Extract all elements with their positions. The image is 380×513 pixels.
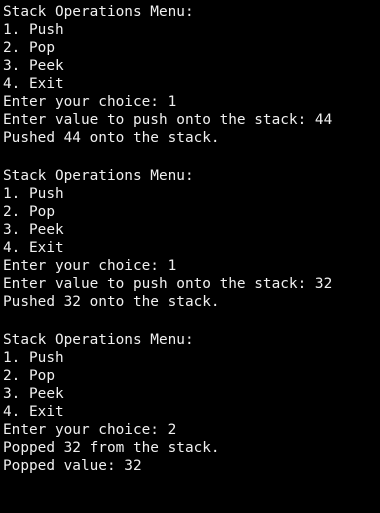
- menu-option-exit: 4. Exit: [3, 404, 64, 420]
- choice-prompt: Enter your choice: 2: [3, 422, 177, 438]
- menu-option-push: 1. Push: [3, 186, 64, 202]
- output-line: Pushed 32 onto the stack.: [3, 294, 220, 310]
- output-line: Pushed 44 onto the stack.: [3, 130, 220, 146]
- menu-option-peek: 3. Peek: [3, 58, 64, 74]
- menu-title: Stack Operations Menu:: [3, 4, 194, 20]
- output-line: Enter value to push onto the stack: 32: [3, 276, 333, 292]
- choice-prompt: Enter your choice: 1: [3, 258, 177, 274]
- menu-option-push: 1. Push: [3, 22, 64, 38]
- menu-title: Stack Operations Menu:: [3, 332, 194, 348]
- output-line: Enter value to push onto the stack: 44: [3, 112, 333, 128]
- menu-option-push: 1. Push: [3, 350, 64, 366]
- menu-block: Stack Operations Menu: 1. Push 2. Pop 3.…: [3, 331, 380, 475]
- menu-option-pop: 2. Pop: [3, 40, 55, 56]
- terminal-window[interactable]: Stack Operations Menu: 1. Push 2. Pop 3.…: [0, 0, 380, 513]
- output-line: Popped value: 32: [3, 458, 142, 474]
- menu-option-pop: 2. Pop: [3, 368, 55, 384]
- menu-title: Stack Operations Menu:: [3, 168, 194, 184]
- menu-option-pop: 2. Pop: [3, 204, 55, 220]
- menu-option-peek: 3. Peek: [3, 386, 64, 402]
- menu-block: Stack Operations Menu: 1. Push 2. Pop 3.…: [3, 167, 380, 311]
- menu-option-exit: 4. Exit: [3, 76, 64, 92]
- menu-option-peek: 3. Peek: [3, 222, 64, 238]
- menu-block: Stack Operations Menu: 1. Push 2. Pop 3.…: [3, 3, 380, 147]
- choice-prompt: Enter your choice: 1: [3, 94, 177, 110]
- menu-option-exit: 4. Exit: [3, 240, 64, 256]
- output-line: Popped 32 from the stack.: [3, 440, 220, 456]
